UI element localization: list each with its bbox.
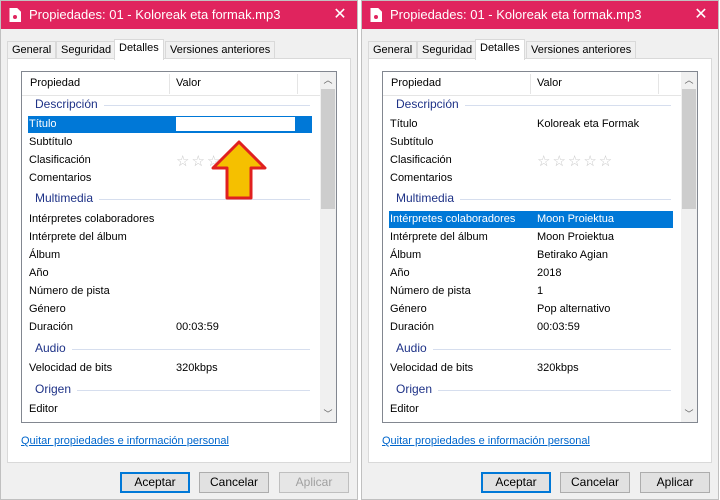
tab-security[interactable]: Seguridad (417, 41, 478, 59)
apply-button[interactable]: Aplicar (640, 472, 710, 493)
scroll-up-icon[interactable]: ︿ (681, 72, 697, 88)
group-audio: Audio (22, 340, 320, 358)
header-property[interactable]: Propiedad (30, 77, 80, 89)
tab-previous-versions[interactable]: Versiones anteriores (526, 41, 637, 59)
tab-general[interactable]: General (368, 41, 418, 59)
row-genre[interactable]: Género (22, 301, 320, 318)
properties-window-left: Propiedades: 01 - Koloreak eta formak.mp… (0, 0, 358, 500)
file-icon (370, 8, 382, 22)
row-year[interactable]: Año 2018 (383, 265, 681, 282)
details-panel: Propiedad Valor Descripción Título Subtí… (7, 58, 351, 463)
rating-stars[interactable]: ☆☆☆☆☆ (537, 152, 614, 170)
scroll-down-icon[interactable]: ﹀ (681, 406, 697, 422)
tab-previous-versions[interactable]: Versiones anteriores (165, 41, 276, 59)
property-list[interactable]: Propiedad Valor Descripción Título Kolore… (382, 71, 698, 423)
window-title: Propiedades: 01 - Koloreak eta formak.mp… (29, 7, 281, 22)
row-comments[interactable]: Comentarios (22, 170, 320, 187)
scroll-up-icon[interactable]: ︿ (320, 72, 336, 88)
window-title: Propiedades: 01 - Koloreak eta formak.mp… (390, 7, 642, 22)
title-bar: Propiedades: 01 - Koloreak eta formak.mp… (362, 1, 718, 29)
row-track-number[interactable]: Número de pista (22, 283, 320, 300)
row-contributing-artists[interactable]: Intérpretes colaboradores (22, 211, 320, 228)
close-icon[interactable]: ✕ (329, 4, 351, 26)
tab-security[interactable]: Seguridad (56, 41, 117, 59)
tab-details[interactable]: Detalles (114, 39, 164, 60)
scroll-down-icon[interactable]: ﹀ (320, 406, 336, 422)
cancel-button[interactable]: Cancelar (199, 472, 269, 493)
row-genre[interactable]: Género Pop alternativo (383, 301, 681, 318)
tab-strip: General Seguridad Detalles Versiones ant… (368, 39, 712, 60)
scroll-thumb[interactable] (321, 89, 335, 209)
row-editor[interactable]: Editor (383, 401, 681, 418)
group-description: Descripción (22, 96, 320, 114)
header-value[interactable]: Valor (537, 77, 562, 89)
remove-properties-link[interactable]: Quitar propiedades e información persona… (382, 435, 590, 447)
group-multimedia: Multimedia (22, 190, 320, 208)
row-editor[interactable]: Editor (22, 401, 320, 418)
row-title-selected[interactable]: Título (28, 116, 312, 133)
vertical-scrollbar[interactable]: ︿ ﹀ (320, 72, 336, 422)
row-bitrate[interactable]: Velocidad de bits 320kbps (383, 360, 681, 377)
row-rating[interactable]: Clasificación ☆☆☆☆☆ (383, 152, 681, 170)
row-album[interactable]: Álbum Betirako Agian (383, 247, 681, 264)
list-header: Propiedad Valor (383, 72, 681, 96)
row-subtitle[interactable]: Subtítulo (22, 134, 320, 151)
group-audio: Audio (383, 340, 681, 358)
tab-strip: General Seguridad Detalles Versiones ant… (7, 39, 351, 60)
row-bitrate[interactable]: Velocidad de bits 320kbps (22, 360, 320, 377)
row-year[interactable]: Año (22, 265, 320, 282)
scroll-thumb[interactable] (682, 89, 696, 209)
row-track-number[interactable]: Número de pista 1 (383, 283, 681, 300)
header-value[interactable]: Valor (176, 77, 201, 89)
cancel-button[interactable]: Cancelar (560, 472, 630, 493)
row-rating[interactable]: Clasificación ☆☆☆☆☆ (22, 152, 320, 170)
row-duration[interactable]: Duración 00:03:59 (22, 319, 320, 336)
title-edit-field[interactable] (175, 116, 296, 132)
list-header: Propiedad Valor (22, 72, 320, 96)
row-contributing-artists-selected[interactable]: Intérpretes colaboradores Moon Proiektua (389, 211, 673, 228)
up-arrow-annotation-icon (211, 140, 267, 200)
group-multimedia: Multimedia (383, 190, 681, 208)
apply-button[interactable]: Aplicar (279, 472, 349, 493)
header-property[interactable]: Propiedad (391, 77, 441, 89)
tab-details[interactable]: Detalles (475, 39, 525, 60)
row-album-artist[interactable]: Intérprete del álbum (22, 229, 320, 246)
property-list[interactable]: Propiedad Valor Descripción Título Subtí… (21, 71, 337, 423)
group-origin: Origen (383, 381, 681, 399)
group-description: Descripción (383, 96, 681, 114)
title-bar: Propiedades: 01 - Koloreak eta formak.mp… (1, 1, 357, 29)
row-album-artist[interactable]: Intérprete del álbum Moon Proiektua (383, 229, 681, 246)
vertical-scrollbar[interactable]: ︿ ﹀ (681, 72, 697, 422)
file-icon (9, 8, 21, 22)
ok-button[interactable]: Aceptar (481, 472, 551, 493)
ok-button[interactable]: Aceptar (120, 472, 190, 493)
row-duration[interactable]: Duración 00:03:59 (383, 319, 681, 336)
row-album[interactable]: Álbum (22, 247, 320, 264)
group-origin: Origen (22, 381, 320, 399)
row-title[interactable]: Título Koloreak eta Formak (383, 116, 681, 133)
close-icon[interactable]: ✕ (690, 4, 712, 26)
tab-general[interactable]: General (7, 41, 57, 59)
remove-properties-link[interactable]: Quitar propiedades e información persona… (21, 435, 229, 447)
row-comments[interactable]: Comentarios (383, 170, 681, 187)
details-panel: Propiedad Valor Descripción Título Kolore… (368, 58, 712, 463)
properties-window-right: Propiedades: 01 - Koloreak eta formak.mp… (361, 0, 719, 500)
row-subtitle[interactable]: Subtítulo (383, 134, 681, 151)
